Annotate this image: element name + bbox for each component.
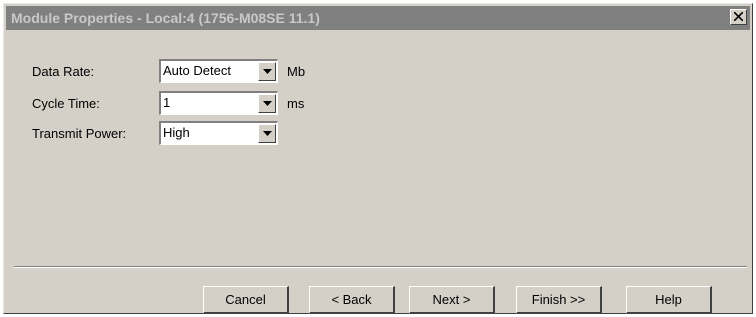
chevron-down-icon	[263, 131, 272, 136]
data-rate-select[interactable]: Auto Detect	[159, 59, 278, 83]
cycle-time-unit: ms	[287, 96, 305, 111]
transmit-power-label: Transmit Power:	[32, 126, 127, 141]
window-title: Module Properties - Local:4 (1756-M08SE …	[11, 10, 320, 26]
cycle-time-value: 1	[163, 95, 171, 110]
transmit-power-select[interactable]: High	[159, 121, 278, 145]
chevron-down-icon	[263, 69, 272, 74]
help-button[interactable]: Help	[626, 286, 712, 314]
data-rate-dropdown-button[interactable]	[258, 62, 276, 81]
data-rate-label: Data Rate:	[32, 64, 95, 79]
data-rate-unit: Mb	[287, 64, 306, 79]
close-icon	[734, 12, 743, 21]
cycle-time-select[interactable]: 1	[159, 91, 278, 115]
close-button[interactable]	[730, 9, 747, 25]
cycle-time-dropdown-button[interactable]	[258, 94, 276, 113]
chevron-down-icon	[263, 101, 272, 106]
transmit-power-value: High	[163, 125, 190, 140]
back-button[interactable]: < Back	[309, 286, 395, 314]
transmit-power-dropdown-button[interactable]	[258, 124, 276, 143]
next-button[interactable]: Next >	[409, 286, 495, 314]
cancel-button[interactable]: Cancel	[203, 286, 289, 314]
button-separator	[14, 266, 747, 268]
data-rate-value: Auto Detect	[163, 63, 231, 78]
module-properties-dialog: Module Properties - Local:4 (1756-M08SE …	[3, 3, 753, 314]
finish-button[interactable]: Finish >>	[516, 286, 602, 314]
title-bar[interactable]: Module Properties - Local:4 (1756-M08SE …	[6, 6, 750, 30]
cycle-time-label: Cycle Time:	[32, 96, 100, 111]
